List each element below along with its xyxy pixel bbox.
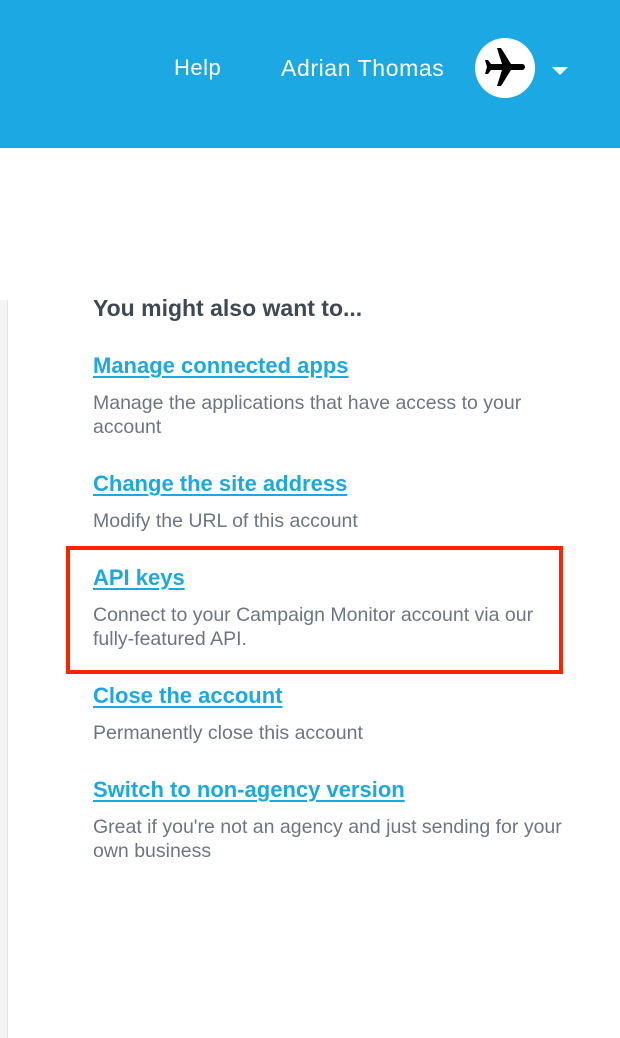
change-site-address-description: Modify the URL of this account: [93, 510, 358, 532]
left-content-panel-edge: [0, 300, 8, 1038]
switch-non-agency-link[interactable]: Switch to non-agency version: [93, 777, 405, 803]
user-name-menu[interactable]: Adrian Thomas: [281, 55, 444, 82]
api-keys-link[interactable]: API keys: [93, 565, 185, 591]
change-site-address-link[interactable]: Change the site address: [93, 471, 347, 497]
close-account-description: Permanently close this account: [93, 722, 363, 744]
airplane-icon: [485, 48, 525, 86]
switch-non-agency-description: Great if you're not an agency and just s…: [93, 816, 562, 862]
caret-down-icon[interactable]: [552, 67, 568, 75]
close-account-link[interactable]: Close the account: [93, 683, 282, 709]
api-keys-description: Connect to your Campaign Monitor account…: [93, 604, 534, 650]
manage-connected-apps-description: Manage the applications that have access…: [93, 392, 522, 438]
section-title: You might also want to...: [93, 295, 363, 321]
manage-connected-apps-link[interactable]: Manage connected apps: [93, 353, 349, 379]
help-link[interactable]: Help: [174, 55, 221, 81]
avatar[interactable]: [475, 38, 535, 98]
top-header: Help Adrian Thomas: [0, 0, 620, 148]
